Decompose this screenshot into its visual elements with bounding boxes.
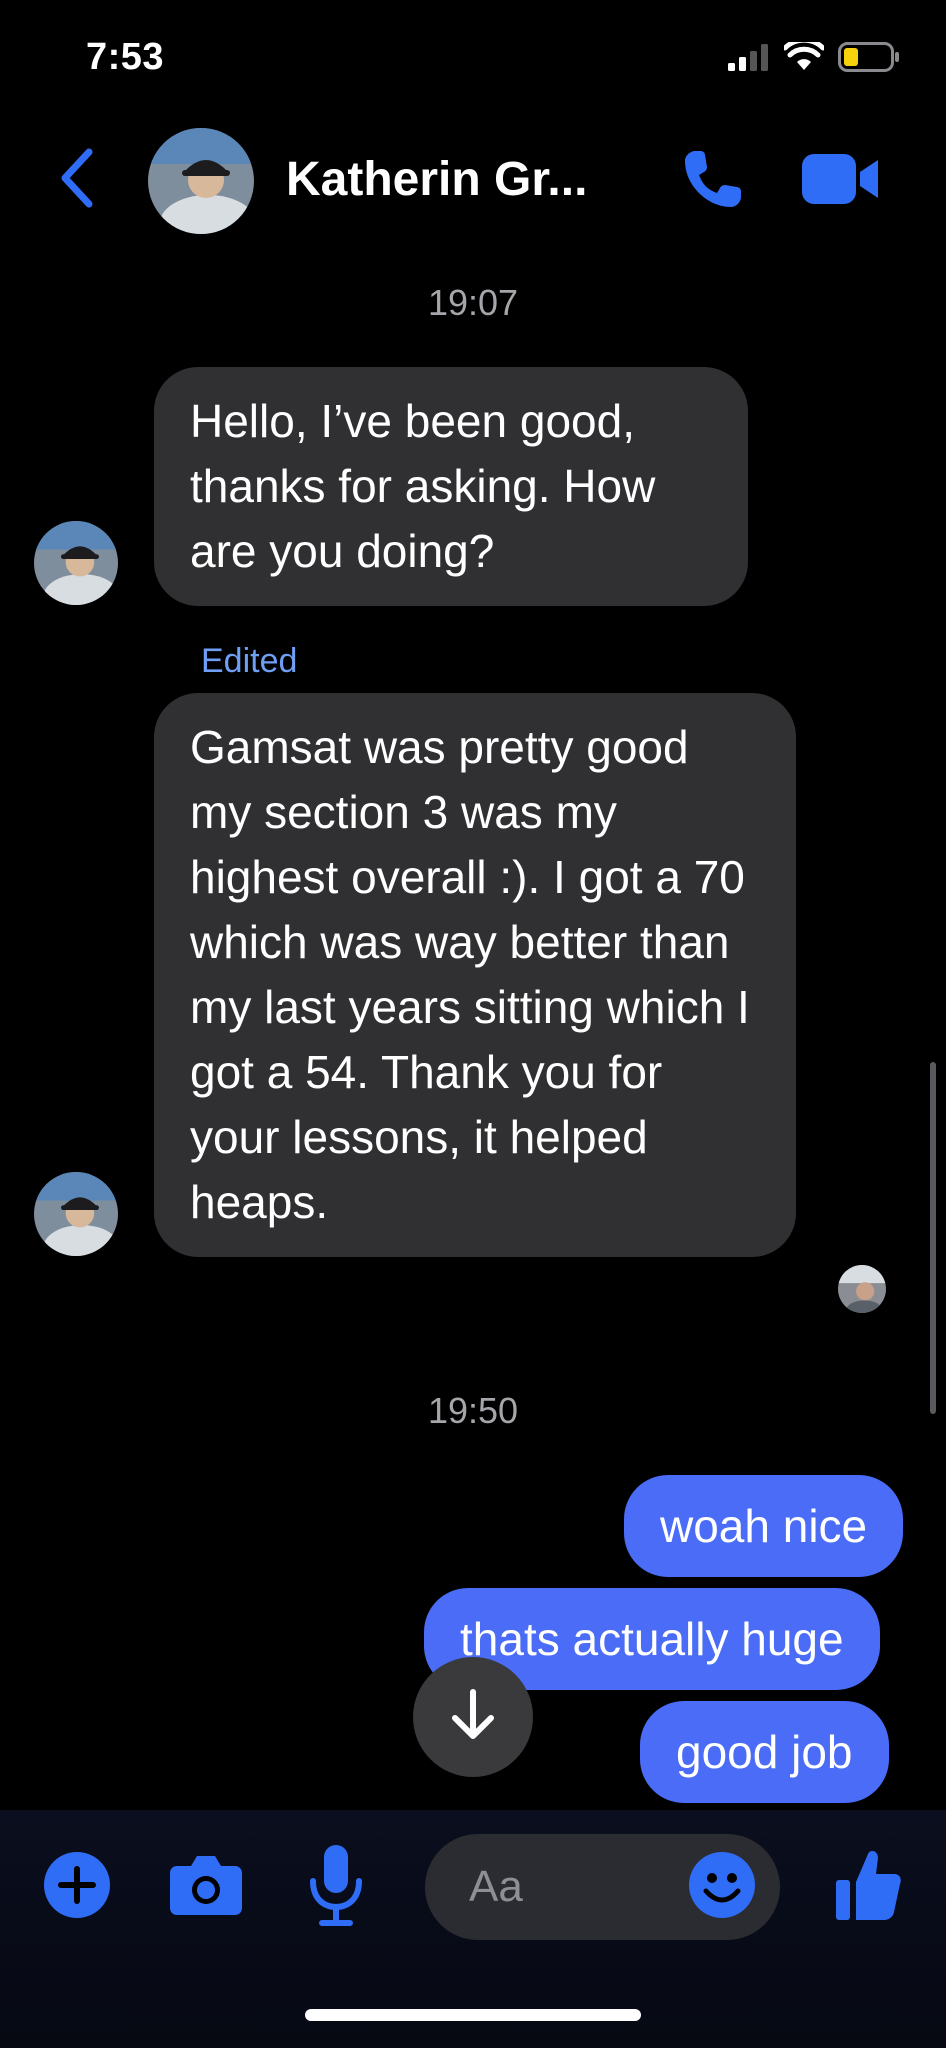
arrow-down-icon xyxy=(449,1688,497,1747)
sender-avatar[interactable] xyxy=(34,1172,118,1256)
contact-avatar[interactable] xyxy=(148,128,254,234)
voice-message-button[interactable] xyxy=(304,1844,368,1930)
camera-button[interactable] xyxy=(168,1852,244,1922)
thumbs-up-icon xyxy=(834,1846,902,1927)
status-icons xyxy=(728,37,900,77)
add-button[interactable] xyxy=(42,1851,112,1924)
status-time: 7:53 xyxy=(86,36,165,78)
signal-icon xyxy=(728,43,770,76)
back-button[interactable] xyxy=(52,148,102,212)
microphone-icon xyxy=(308,1843,364,1932)
scroll-to-bottom-button[interactable] xyxy=(413,1657,533,1777)
message-input-placeholder: Aa xyxy=(469,1862,523,1911)
timestamp: 19:07 xyxy=(427,282,519,323)
edited-label: Edited xyxy=(201,642,298,680)
wifi-icon xyxy=(782,37,826,77)
voice-call-button[interactable] xyxy=(676,144,750,218)
battery-icon xyxy=(838,42,900,77)
incoming-message-bubble[interactable]: Hello, I’ve been good, thanks for asking… xyxy=(154,367,748,606)
incoming-message-bubble[interactable]: Gamsat was pretty good my section 3 was … xyxy=(154,693,796,1257)
chat-header: Katherin Gr... xyxy=(0,120,946,240)
video-call-button[interactable] xyxy=(800,146,884,216)
sender-avatar[interactable] xyxy=(34,521,118,605)
phone-icon xyxy=(681,147,745,216)
emoji-icon xyxy=(688,1851,756,1924)
camera-icon xyxy=(169,1854,243,1921)
plus-icon xyxy=(43,1851,111,1924)
outgoing-message-bubble[interactable]: woah nice xyxy=(624,1475,904,1577)
status-bar: 7:53 xyxy=(0,0,946,120)
emoji-button[interactable] xyxy=(682,1847,762,1927)
timestamp: 19:50 xyxy=(427,1390,519,1431)
chevron-left-icon xyxy=(57,148,97,213)
home-indicator[interactable] xyxy=(305,2009,641,2021)
like-button[interactable] xyxy=(832,1846,904,1926)
scroll-indicator[interactable] xyxy=(930,1062,936,1414)
message-input[interactable]: Aa xyxy=(425,1834,780,1940)
contact-name[interactable]: Katherin Gr... xyxy=(286,152,587,207)
outgoing-message-bubble[interactable]: good job xyxy=(640,1701,889,1803)
read-receipt-avatar xyxy=(838,1265,886,1313)
video-camera-icon xyxy=(802,152,882,211)
